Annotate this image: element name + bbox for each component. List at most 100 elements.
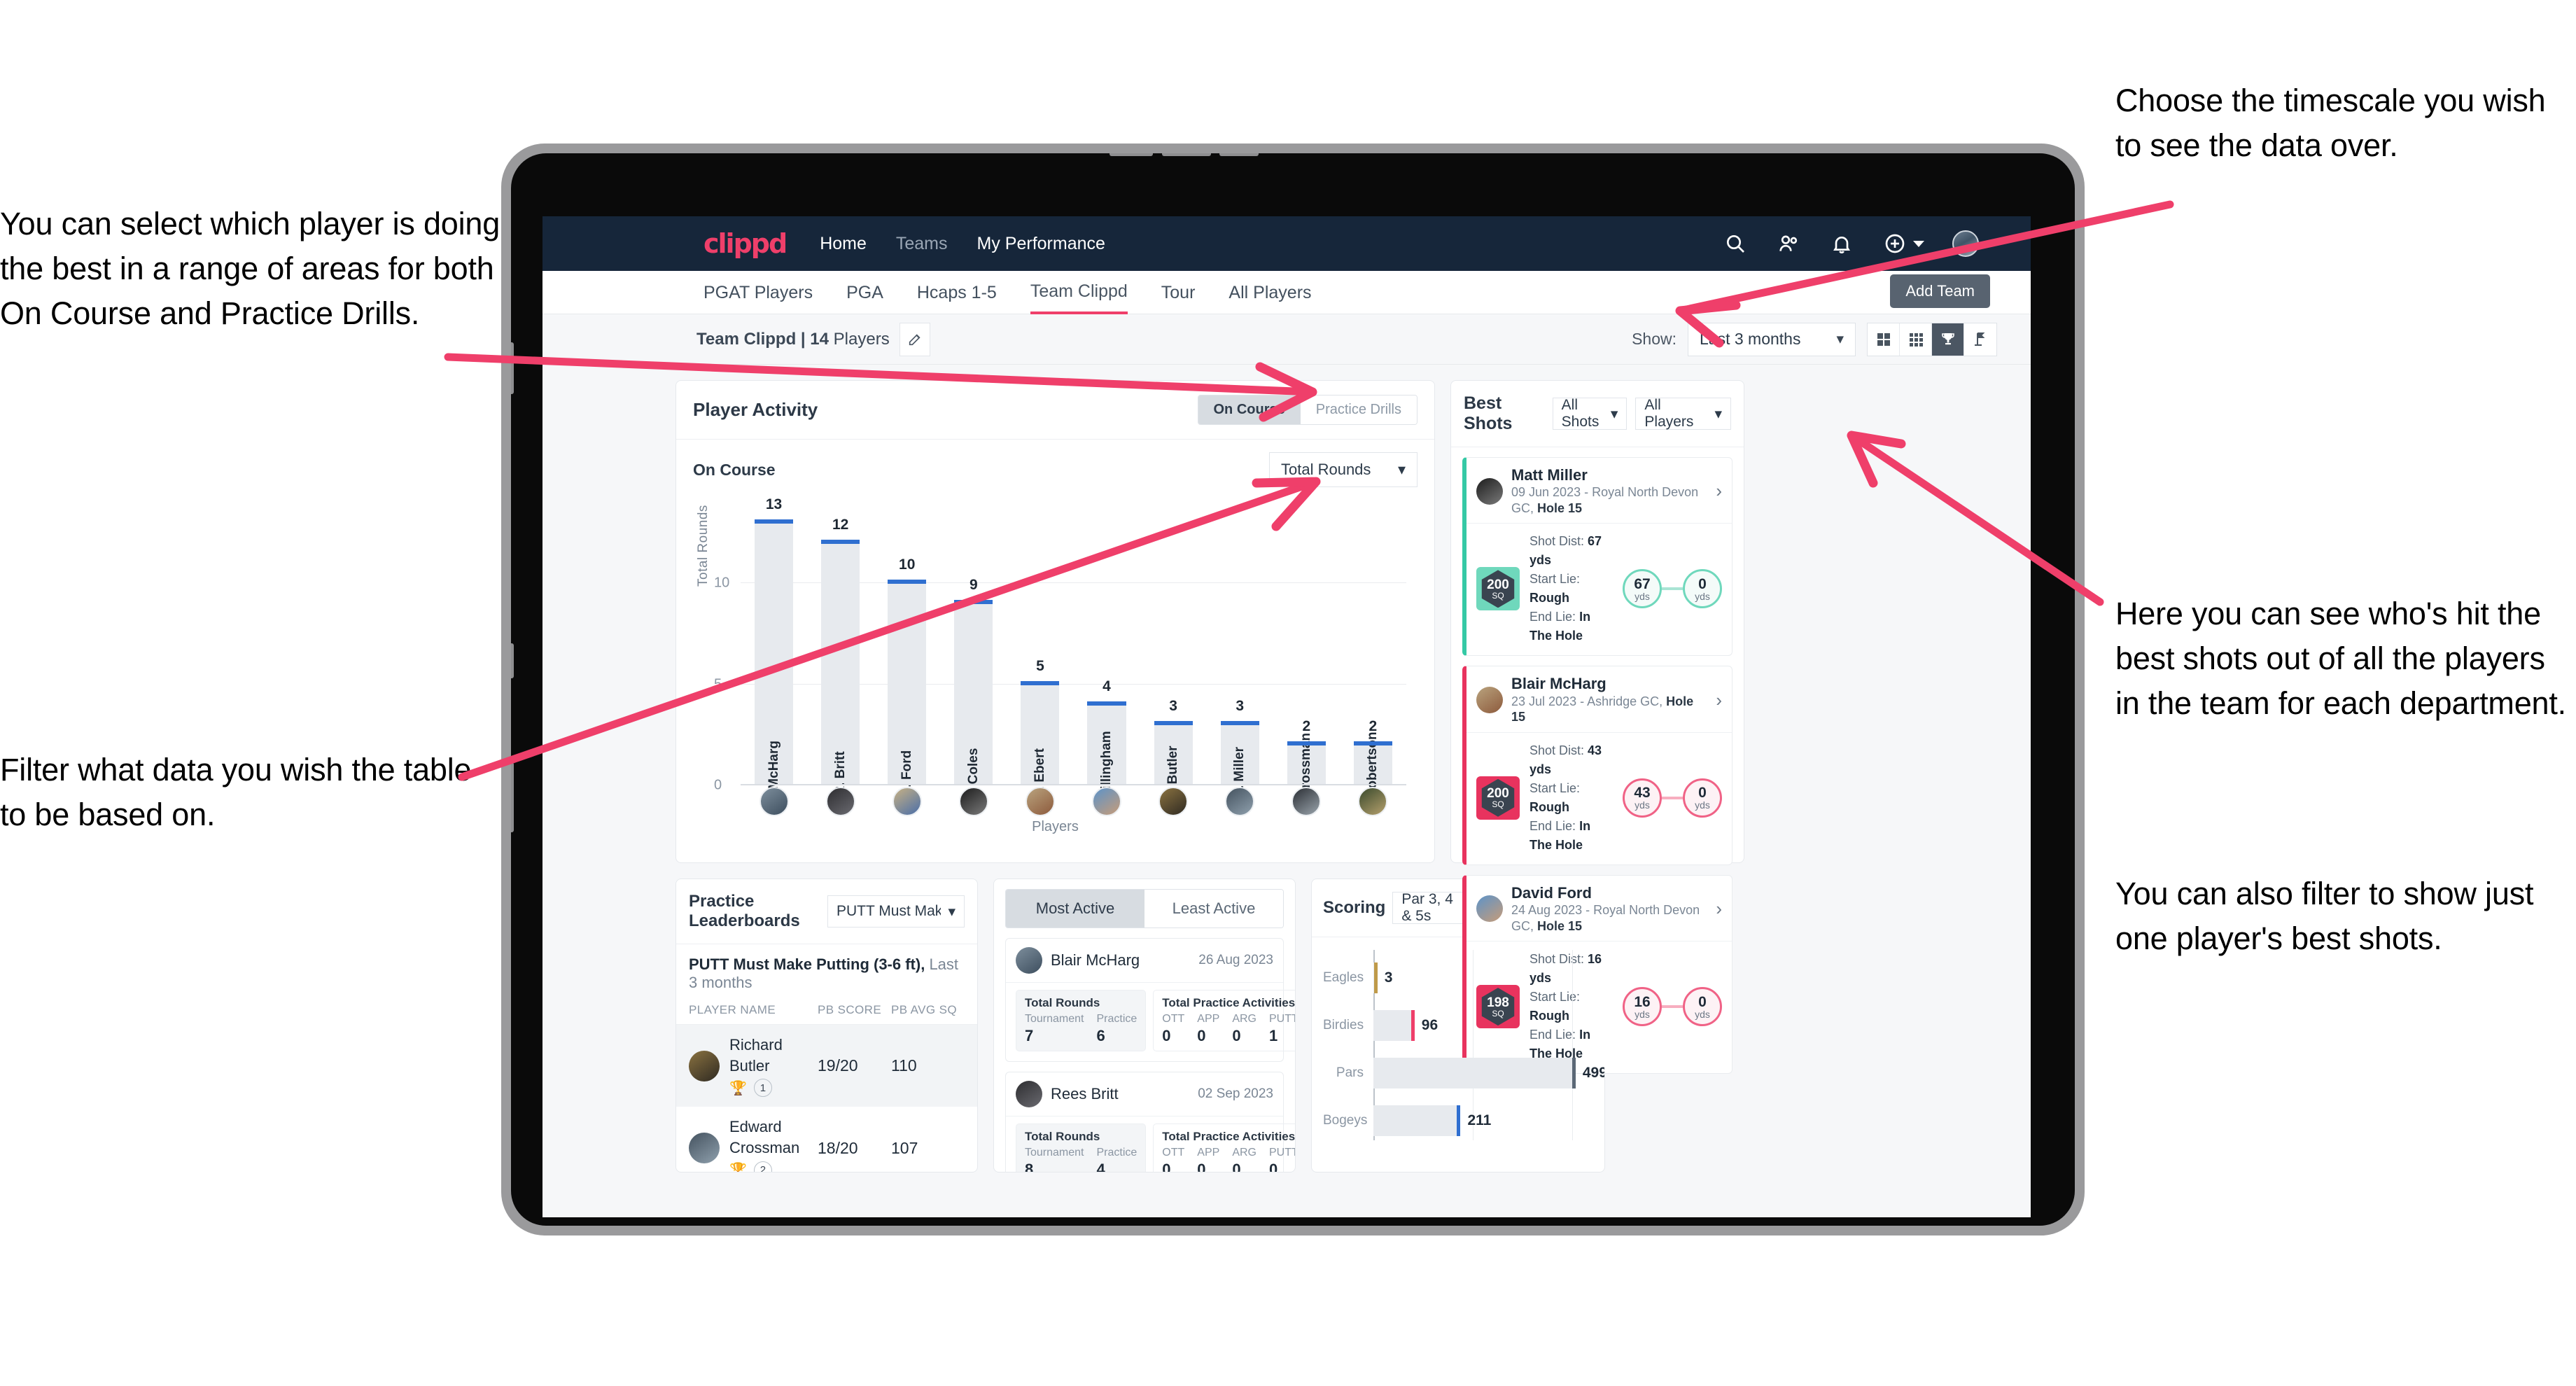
- tab-pga[interactable]: PGA: [846, 272, 883, 313]
- scoring-bar[interactable]: [1373, 1010, 1415, 1041]
- tab-hcaps-1-5[interactable]: Hcaps 1-5: [917, 272, 997, 313]
- bell-icon[interactable]: [1829, 231, 1854, 256]
- bar[interactable]: E. Crossman: [1287, 733, 1326, 814]
- segment-practice-drills[interactable]: Practice Drills: [1300, 396, 1417, 424]
- avatar-cell[interactable]: [807, 787, 874, 818]
- tab-pgat-players[interactable]: PGAT Players: [704, 272, 813, 313]
- grid-2x2-icon[interactable]: [1868, 323, 1900, 356]
- bar-column[interactable]: 4 D. Billingham: [1073, 503, 1140, 816]
- segment-on-course[interactable]: On Course: [1198, 396, 1301, 424]
- avatar[interactable]: [892, 787, 922, 816]
- bar[interactable]: R. Britt: [821, 539, 860, 796]
- bar-column[interactable]: 13 B. McHarg: [741, 496, 807, 806]
- bar[interactable]: C. Robertson: [1353, 732, 1393, 816]
- avatar[interactable]: [1952, 230, 1979, 257]
- best-shot-card[interactable]: Matt Miller 09 Jun 2023 - Royal North Dev…: [1462, 457, 1732, 657]
- distance-connector: [1662, 796, 1683, 799]
- avatar-cell[interactable]: [1273, 787, 1340, 818]
- golf-flag-icon[interactable]: [1964, 323, 1996, 356]
- people-icon[interactable]: [1776, 231, 1801, 256]
- avatar: [1476, 687, 1503, 714]
- avatar[interactable]: [825, 787, 855, 816]
- scoring-bar[interactable]: [1373, 962, 1377, 993]
- table-row[interactable]: Richard Butler 🏆 1 19/20 110: [676, 1025, 977, 1107]
- avatar-cell[interactable]: [741, 787, 807, 818]
- best-shot-card[interactable]: Blair McHarg 23 Jul 2023 - Ashridge GC, H…: [1462, 666, 1732, 865]
- nav-link-teams[interactable]: Teams: [896, 234, 948, 254]
- avatar[interactable]: [1358, 787, 1388, 816]
- grid-3x3-icon[interactable]: [1900, 323, 1932, 356]
- search-icon[interactable]: [1723, 231, 1748, 256]
- bar-column[interactable]: 2 E. Crossman: [1273, 503, 1340, 814]
- avatar[interactable]: [1092, 787, 1122, 816]
- avatar-cell[interactable]: [1207, 787, 1273, 818]
- bar[interactable]: E. Ebert: [1021, 680, 1060, 799]
- bar-column[interactable]: 3 R. Butler: [1140, 503, 1207, 802]
- timescale-select[interactable]: Last 3 months ▾: [1688, 322, 1856, 356]
- tab-tour[interactable]: Tour: [1161, 272, 1196, 313]
- list-item[interactable]: Blair McHarg 26 Aug 2023 Total Rounds Tourn…: [1005, 938, 1295, 1062]
- user-menu[interactable]: [1952, 230, 1996, 257]
- plus-circle-icon[interactable]: [1882, 231, 1907, 256]
- bar-column[interactable]: 10 D. Ford: [874, 503, 940, 797]
- drill-select[interactable]: PUTT Must Make Putting ... ▾: [827, 895, 965, 927]
- bar[interactable]: B. McHarg: [754, 519, 794, 806]
- bar-column[interactable]: 9 J. Coles: [940, 503, 1007, 799]
- avatar-cell[interactable]: [940, 787, 1007, 818]
- bar[interactable]: D. Ford: [888, 580, 927, 797]
- scoring-bar-row[interactable]: Eagles 3: [1323, 954, 1593, 1002]
- avatar[interactable]: [1292, 787, 1322, 816]
- bar[interactable]: R. Butler: [1154, 721, 1193, 802]
- chevron-right-icon[interactable]: ›: [1716, 690, 1722, 711]
- tablet-button-top-1[interactable]: [1110, 153, 1153, 156]
- chevron-down-icon: ▾: [1714, 405, 1723, 422]
- avatar[interactable]: [1025, 787, 1055, 816]
- tablet-button-top-3[interactable]: [1219, 153, 1259, 156]
- tab-most-active[interactable]: Most Active: [1006, 890, 1144, 927]
- tablet-button-side-3[interactable]: [511, 762, 514, 832]
- best-shots-shot-filter[interactable]: All Shots ▾: [1552, 397, 1628, 430]
- bar-column[interactable]: 12 R. Britt: [807, 503, 874, 796]
- avatar-cell[interactable]: [1073, 787, 1140, 818]
- tab-all-players[interactable]: All Players: [1228, 272, 1311, 313]
- scoring-bar[interactable]: [1373, 1058, 1576, 1088]
- tablet-button-side-1[interactable]: [511, 342, 514, 394]
- bar-value: 10: [899, 556, 916, 573]
- avatar[interactable]: [759, 787, 789, 816]
- list-item[interactable]: Rees Britt 02 Sep 2023 Total Rounds Tournam…: [1005, 1072, 1295, 1172]
- table-row[interactable]: Edward Crossman 🏆 2 18/20 107: [676, 1107, 977, 1172]
- bar-column[interactable]: 2 C. Robertson: [1340, 503, 1406, 816]
- nav-link-my-performance[interactable]: My Performance: [977, 234, 1105, 254]
- nav-link-home[interactable]: Home: [820, 234, 867, 254]
- avatar-cell[interactable]: [1140, 787, 1207, 818]
- avatar[interactable]: [1158, 787, 1189, 816]
- chevron-right-icon[interactable]: ›: [1716, 898, 1722, 920]
- trophy-icon[interactable]: [1932, 323, 1964, 356]
- scoring-bar-row[interactable]: Pars 499: [1323, 1049, 1604, 1097]
- y-axis-tick: 0: [714, 777, 722, 793]
- avatar-cell[interactable]: [874, 787, 940, 818]
- practice-stat-value: 0: [1232, 1027, 1241, 1044]
- bar-column[interactable]: 3 M. Miller: [1207, 503, 1273, 800]
- bar[interactable]: M. Miller: [1220, 721, 1259, 800]
- tab-least-active[interactable]: Least Active: [1144, 890, 1283, 927]
- avatar[interactable]: [958, 787, 988, 816]
- add-menu[interactable]: [1882, 231, 1924, 256]
- best-shots-player-filter[interactable]: All Players ▾: [1635, 397, 1732, 430]
- avatar-cell[interactable]: [1007, 787, 1073, 818]
- avatar-cell[interactable]: [1340, 787, 1406, 818]
- edit-team-button[interactable]: [899, 322, 930, 356]
- bar-column[interactable]: 5 E. Ebert: [1007, 503, 1073, 799]
- chevron-right-icon[interactable]: ›: [1716, 480, 1722, 502]
- avatar[interactable]: [1225, 787, 1255, 816]
- tablet-button-top-2[interactable]: [1162, 153, 1211, 156]
- scoring-bar[interactable]: [1373, 1105, 1461, 1136]
- tablet-button-side-2[interactable]: [511, 643, 514, 678]
- scoring-bar-row[interactable]: Birdies 96: [1323, 1002, 1593, 1049]
- bar[interactable]: J. Coles: [954, 600, 993, 799]
- scoring-bar-row[interactable]: Bogeys 211: [1323, 1097, 1593, 1144]
- tab-team-clippd[interactable]: Team Clippd: [1030, 270, 1128, 314]
- metric-select[interactable]: Total Rounds ▾: [1269, 452, 1418, 487]
- bar[interactable]: D. Billingham: [1087, 701, 1126, 816]
- clippd-logo[interactable]: clippd: [704, 228, 788, 259]
